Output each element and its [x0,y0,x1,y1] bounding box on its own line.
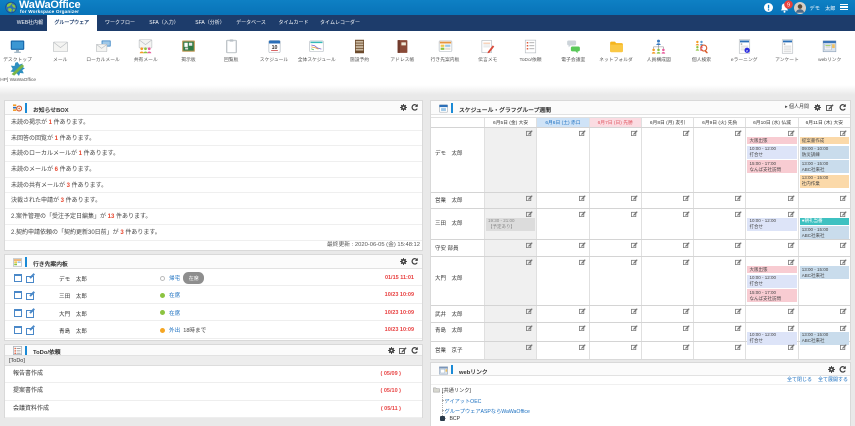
svg-text:e: e [746,48,748,53]
svg-text:9: 9 [786,2,789,8]
svg-text:10: 10 [271,45,277,51]
